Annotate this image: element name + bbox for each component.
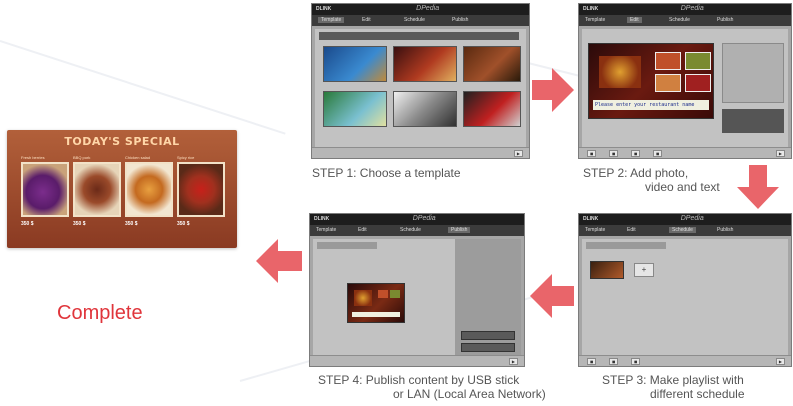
food-photo <box>655 52 681 70</box>
template-thumb[interactable] <box>463 91 521 127</box>
next-button[interactable]: ▶ <box>775 358 785 365</box>
tab-edit[interactable]: Edit <box>627 17 642 23</box>
tab-edit[interactable]: Edit <box>358 227 367 233</box>
next-button[interactable]: ▶ <box>775 150 785 157</box>
usb-button[interactable] <box>461 331 515 340</box>
step4-label: STEP 4: Publish content by USB stick or … <box>318 373 546 401</box>
food-photo <box>177 162 225 217</box>
tab-publish[interactable]: Publish <box>717 227 733 233</box>
food-photo <box>655 74 681 92</box>
step1-label: STEP 1: Choose a template <box>312 166 461 180</box>
tab-publish[interactable]: Publish <box>448 227 471 233</box>
tab-schedule[interactable]: Schedule <box>669 227 696 233</box>
step4-screenshot: DLINK DPedia Template Edit Schedule Publi… <box>309 213 525 367</box>
completed-signage: TODAY'S SPECIAL Fresh berries 350 $ BBQ … <box>7 130 237 248</box>
edit-canvas: Please enter your restaurant name <box>582 29 788 147</box>
complete-label: Complete <box>57 302 143 324</box>
step2-label: STEP 2: Add photo, video and text <box>583 166 720 194</box>
next-button[interactable]: ▶ <box>513 150 523 157</box>
playlist-panel: + <box>582 239 788 355</box>
edit-preview[interactable]: Please enter your restaurant name <box>588 43 714 119</box>
arrow-left-icon <box>530 274 574 318</box>
tab-schedule[interactable]: Schedule <box>400 227 421 233</box>
lan-button[interactable] <box>461 343 515 352</box>
toolbar-button[interactable]: ◼ <box>609 358 619 365</box>
template-thumb[interactable] <box>393 91 457 127</box>
toolbar-button[interactable]: ◼ <box>653 150 663 157</box>
template-thumb[interactable] <box>323 46 387 82</box>
playlist-header <box>586 242 666 249</box>
publish-panel <box>313 239 521 355</box>
food-photo <box>125 162 173 217</box>
template-thumb[interactable] <box>393 46 457 82</box>
publish-preview <box>347 283 405 323</box>
template-thumb[interactable] <box>463 46 521 82</box>
playlist-item[interactable] <box>590 261 624 279</box>
food-photo <box>685 52 711 70</box>
publish-options <box>455 239 521 355</box>
food-photo <box>599 56 641 88</box>
food-photo <box>73 162 121 217</box>
signage-item: BBQ pork 350 $ <box>73 155 123 235</box>
signage-item: Chicken salad 350 $ <box>125 155 175 235</box>
background-line <box>0 40 286 135</box>
step1-screenshot: DLINK DPedia Template Edit Schedule Publi… <box>311 3 530 159</box>
add-playlist-button[interactable]: + <box>634 263 654 277</box>
publish-header <box>317 242 377 249</box>
toolbar-button[interactable]: ◼ <box>587 358 597 365</box>
arrow-down-icon <box>737 165 779 209</box>
tab-template[interactable]: Template <box>318 17 345 23</box>
toolbar-button[interactable]: ◼ <box>587 150 597 157</box>
arrow-right-icon <box>532 68 574 112</box>
text-banner[interactable]: Please enter your restaurant name <box>593 100 709 110</box>
toolbar-button[interactable]: ◼ <box>631 150 641 157</box>
tab-publish[interactable]: Publish <box>452 17 468 23</box>
step3-label: STEP 3: Make playlist with different sch… <box>602 373 745 401</box>
step3-screenshot: DLINK DPedia Template Edit Schedule Publi… <box>578 213 792 367</box>
toolbar-button[interactable]: ◼ <box>609 150 619 157</box>
step2-screenshot: DLINK DPedia Template Edit Schedule Publi… <box>578 3 792 159</box>
properties-panel[interactable] <box>722 43 784 103</box>
tab-template[interactable]: Template <box>316 227 336 233</box>
template-gallery <box>315 29 526 147</box>
app-name: DPedia <box>416 5 440 12</box>
template-thumb[interactable] <box>323 91 387 127</box>
app-logo: DLINK <box>316 6 332 12</box>
food-photo <box>21 162 69 217</box>
gallery-header <box>319 32 519 40</box>
tab-template[interactable]: Template <box>585 17 605 23</box>
tab-publish[interactable]: Publish <box>717 17 733 23</box>
finish-button[interactable]: ▶ <box>508 358 518 365</box>
signage-title: TODAY'S SPECIAL <box>64 135 180 148</box>
properties-box <box>722 109 784 133</box>
tab-edit[interactable]: Edit <box>362 17 371 23</box>
signage-item: Fresh berries 350 $ <box>21 155 71 235</box>
tab-template[interactable]: Template <box>585 227 605 233</box>
tab-edit[interactable]: Edit <box>627 227 636 233</box>
arrow-left-icon <box>256 239 302 283</box>
tab-schedule[interactable]: Schedule <box>404 17 425 23</box>
toolbar-button[interactable]: ◼ <box>631 358 641 365</box>
food-photo <box>685 74 711 92</box>
tab-schedule[interactable]: Schedule <box>669 17 690 23</box>
signage-item: Spicy rice 350 $ <box>177 155 227 235</box>
